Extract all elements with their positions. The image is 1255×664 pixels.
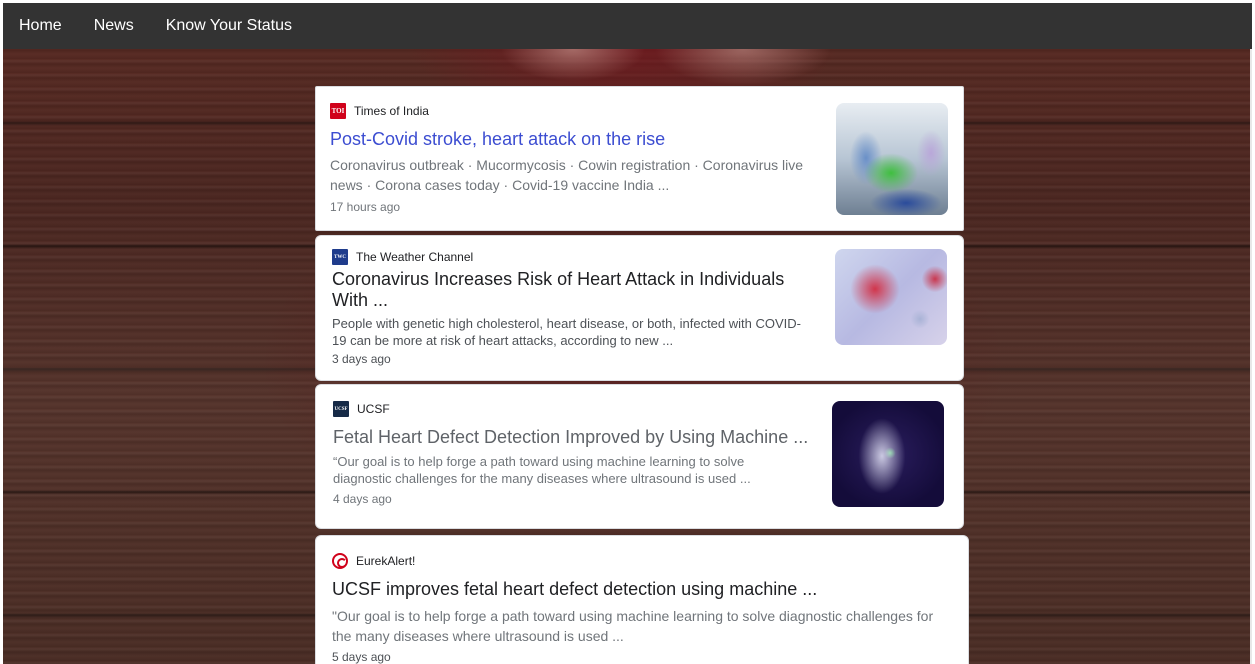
nav-news-link[interactable]: News [78, 3, 150, 49]
news-card-weather-channel[interactable]: TWC The Weather Channel Coronavirus Incr… [315, 235, 964, 381]
article-thumbnail[interactable] [836, 103, 948, 215]
news-card-ucsf[interactable]: UCSF UCSF Fetal Heart Defect Detection I… [315, 384, 964, 529]
article-headline-link[interactable]: UCSF improves fetal heart defect detecti… [332, 579, 952, 600]
source-row: TWC The Weather Channel [332, 249, 473, 265]
eurekalert-logo-icon [332, 553, 348, 569]
source-row: EurekAlert! [332, 553, 415, 569]
weather-channel-logo-icon: TWC [332, 249, 348, 265]
source-name: UCSF [357, 402, 390, 416]
article-snippet: "Our goal is to help forge a path toward… [332, 608, 934, 644]
source-row: TOI Times of India [330, 103, 429, 119]
ucsf-logo-icon: UCSF [333, 401, 349, 417]
article-headline-link[interactable]: Coronavirus Increases Risk of Heart Atta… [332, 269, 802, 311]
article-headline-link[interactable]: Fetal Heart Defect Detection Improved by… [333, 427, 813, 448]
source-row: UCSF UCSF [333, 401, 390, 417]
source-name: The Weather Channel [356, 250, 474, 264]
page-frame: Home News Know Your Status TOI Times of … [3, 3, 1252, 664]
article-snippet: “Our goal is to help forge a path toward… [333, 454, 751, 486]
article-timestamp: 5 days ago [332, 650, 391, 664]
nav-home-link[interactable]: Home [3, 3, 78, 49]
scrollbar[interactable] [1250, 49, 1252, 664]
article-thumbnail[interactable] [835, 249, 947, 345]
source-name: EurekAlert! [356, 554, 416, 568]
article-snippet: People with genetic high cholesterol, he… [332, 316, 801, 348]
article-headline-link[interactable]: Post-Covid stroke, heart attack on the r… [330, 129, 820, 150]
article-timestamp: 3 days ago [332, 352, 391, 366]
news-card-eurekalert[interactable]: EurekAlert! UCSF improves fetal heart de… [315, 535, 969, 664]
source-name: Times of India [354, 104, 429, 118]
article-timestamp: 4 days ago [333, 492, 392, 506]
top-navbar: Home News Know Your Status [3, 3, 1252, 49]
article-thumbnail[interactable] [832, 401, 944, 507]
article-snippet: Coronavirus outbreak · Mucormycosis · Co… [330, 157, 804, 193]
article-timestamp: 17 hours ago [330, 200, 401, 214]
times-of-india-logo-icon: TOI [330, 103, 346, 119]
news-card-times-of-india[interactable]: TOI Times of India Post-Covid stroke, he… [315, 86, 964, 231]
nav-know-your-status-link[interactable]: Know Your Status [150, 3, 308, 49]
